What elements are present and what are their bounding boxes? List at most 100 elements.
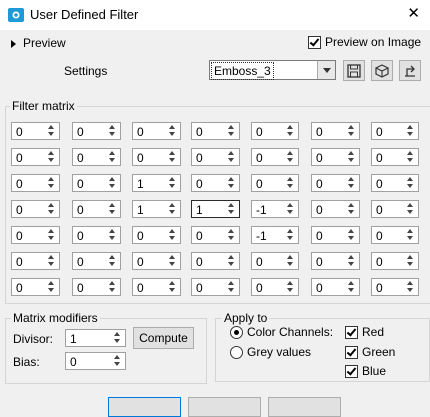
spinner-icon[interactable] <box>285 228 297 242</box>
matrix-cell-r3-c4[interactable]: 0 <box>191 174 240 192</box>
matrix-cell-r6-c6[interactable]: 0 <box>311 252 360 270</box>
spinner-icon[interactable] <box>346 176 358 190</box>
matrix-cell-r5-c3[interactable]: 0 <box>132 226 181 244</box>
spinner-icon[interactable] <box>346 254 358 268</box>
matrix-cell-r6-c5[interactable]: 0 <box>251 252 299 270</box>
spinner-icon[interactable] <box>107 124 119 138</box>
matrix-cell-r5-c6[interactable]: 0 <box>311 226 360 244</box>
load-preset-button[interactable] <box>371 60 393 81</box>
matrix-cell-r4-c4[interactable]: 1 <box>191 200 240 218</box>
matrix-cell-r4-c3[interactable]: 1 <box>132 200 181 218</box>
spinner-icon[interactable] <box>346 280 358 294</box>
matrix-cell-r6-c1[interactable]: 0 <box>11 252 60 270</box>
ok-button[interactable] <box>108 397 181 417</box>
matrix-cell-r2-c6[interactable]: 0 <box>311 148 360 166</box>
spinner-icon[interactable] <box>167 280 179 294</box>
spinner-icon[interactable] <box>226 124 238 138</box>
matrix-cell-r6-c3[interactable]: 0 <box>132 252 181 270</box>
matrix-cell-r5-c4[interactable]: 0 <box>191 226 240 244</box>
matrix-cell-r3-c7[interactable]: 0 <box>371 174 419 192</box>
spinner-icon[interactable] <box>405 176 417 190</box>
spinner-icon[interactable] <box>107 280 119 294</box>
spinner-icon[interactable] <box>46 176 58 190</box>
matrix-cell-r5-c2[interactable]: 0 <box>72 226 121 244</box>
spinner-icon[interactable] <box>285 176 297 190</box>
matrix-cell-r7-c7[interactable]: 0 <box>371 278 419 296</box>
spinner-icon[interactable] <box>46 280 58 294</box>
green-checkbox[interactable]: Green <box>345 345 395 360</box>
matrix-cell-r1-c4[interactable]: 0 <box>191 122 240 140</box>
spinner-icon[interactable] <box>285 202 297 216</box>
spinner-icon[interactable] <box>226 254 238 268</box>
spinner-icon[interactable] <box>107 176 119 190</box>
spinner-icon[interactable] <box>285 150 297 164</box>
spinner-icon[interactable] <box>346 150 358 164</box>
matrix-cell-r7-c6[interactable]: 0 <box>311 278 360 296</box>
matrix-cell-r6-c4[interactable]: 0 <box>191 252 240 270</box>
spinner-icon[interactable] <box>46 254 58 268</box>
matrix-cell-r7-c1[interactable]: 0 <box>11 278 60 296</box>
spinner-icon[interactable] <box>46 202 58 216</box>
matrix-cell-r3-c6[interactable]: 0 <box>311 174 360 192</box>
matrix-cell-r7-c5[interactable]: 0 <box>251 278 299 296</box>
red-checkbox[interactable]: Red <box>345 325 384 340</box>
spinner-icon[interactable] <box>46 150 58 164</box>
matrix-cell-r5-c5[interactable]: -1 <box>251 226 299 244</box>
close-icon[interactable]: ✕ <box>407 5 420 23</box>
matrix-cell-r4-c5[interactable]: -1 <box>251 200 299 218</box>
spinner-icon[interactable] <box>346 228 358 242</box>
spinner-icon[interactable] <box>226 280 238 294</box>
spinner-icon[interactable] <box>167 176 179 190</box>
matrix-cell-r7-c3[interactable]: 0 <box>132 278 181 296</box>
cancel-button[interactable] <box>188 397 261 417</box>
spinner-icon[interactable] <box>167 124 179 138</box>
matrix-cell-r2-c7[interactable]: 0 <box>371 148 419 166</box>
spinner-icon[interactable] <box>226 150 238 164</box>
matrix-cell-r5-c7[interactable]: 0 <box>371 226 419 244</box>
divisor-input[interactable]: 1 <box>65 329 126 347</box>
matrix-cell-r7-c2[interactable]: 0 <box>72 278 121 296</box>
spinner-icon[interactable] <box>405 202 417 216</box>
matrix-cell-r3-c1[interactable]: 0 <box>11 174 60 192</box>
matrix-cell-r1-c3[interactable]: 0 <box>132 122 181 140</box>
spinner-icon[interactable] <box>167 202 179 216</box>
preview-toggle[interactable]: Preview <box>11 36 66 50</box>
spinner-icon[interactable] <box>405 254 417 268</box>
spinner-icon[interactable] <box>112 331 124 345</box>
spinner-icon[interactable] <box>167 254 179 268</box>
matrix-cell-r2-c2[interactable]: 0 <box>72 148 121 166</box>
blue-checkbox[interactable]: Blue <box>345 364 386 379</box>
chevron-down-icon[interactable] <box>317 61 335 79</box>
spinner-icon[interactable] <box>107 254 119 268</box>
spinner-icon[interactable] <box>226 228 238 242</box>
matrix-cell-r3-c3[interactable]: 1 <box>132 174 181 192</box>
spinner-icon[interactable] <box>46 124 58 138</box>
spinner-icon[interactable] <box>405 150 417 164</box>
spinner-icon[interactable] <box>285 124 297 138</box>
spinner-icon[interactable] <box>285 254 297 268</box>
spinner-icon[interactable] <box>346 202 358 216</box>
spinner-icon[interactable] <box>167 228 179 242</box>
matrix-cell-r4-c7[interactable]: 0 <box>371 200 419 218</box>
bias-input[interactable]: 0 <box>65 352 126 370</box>
matrix-cell-r3-c5[interactable]: 0 <box>251 174 299 192</box>
spinner-icon[interactable] <box>346 124 358 138</box>
matrix-cell-r2-c4[interactable]: 0 <box>191 148 240 166</box>
matrix-cell-r2-c5[interactable]: 0 <box>251 148 299 166</box>
spinner-icon[interactable] <box>107 202 119 216</box>
matrix-cell-r6-c2[interactable]: 0 <box>72 252 121 270</box>
matrix-cell-r4-c2[interactable]: 0 <box>72 200 121 218</box>
color-channels-radio[interactable]: Color Channels: <box>230 325 333 340</box>
matrix-cell-r2-c3[interactable]: 0 <box>132 148 181 166</box>
spinner-icon[interactable] <box>226 202 238 216</box>
spinner-icon[interactable] <box>405 124 417 138</box>
spinner-icon[interactable] <box>405 280 417 294</box>
compute-button[interactable]: Compute <box>133 327 194 349</box>
preview-on-image-checkbox[interactable]: Preview on Image <box>308 35 421 50</box>
matrix-cell-r1-c1[interactable]: 0 <box>11 122 60 140</box>
help-button[interactable] <box>268 397 341 417</box>
spinner-icon[interactable] <box>107 150 119 164</box>
matrix-cell-r4-c6[interactable]: 0 <box>311 200 360 218</box>
matrix-cell-r1-c7[interactable]: 0 <box>371 122 419 140</box>
matrix-cell-r4-c1[interactable]: 0 <box>11 200 60 218</box>
